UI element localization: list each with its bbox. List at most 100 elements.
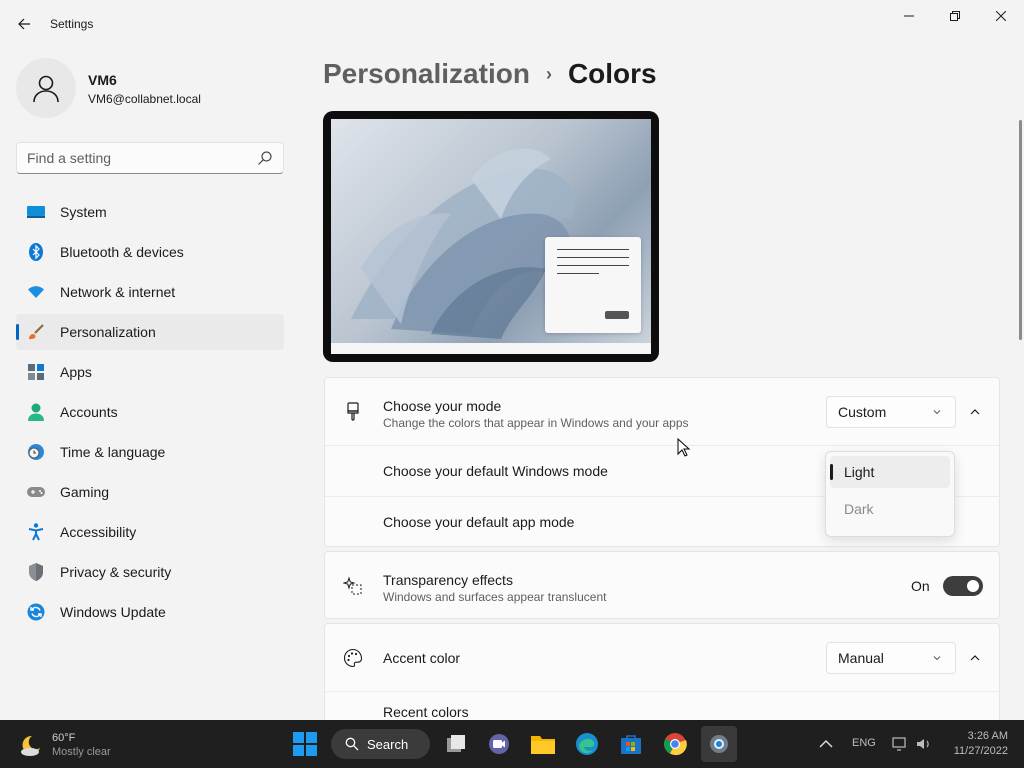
breadcrumb-parent[interactable]: Personalization [323,58,530,90]
windows-logo-icon [293,732,317,756]
transparency-card: Transparency effects Windows and surface… [324,551,1000,619]
user-profile[interactable]: VM6 VM6@collabnet.local [16,58,286,118]
mode-subtitle: Change the colors that appear in Windows… [383,416,689,430]
title-bar: Settings [0,0,1024,48]
sidebar-item-accounts[interactable]: Accounts [16,394,284,430]
brush-icon [26,322,46,342]
weather-condition: Mostly clear [52,746,111,758]
back-arrow-icon [18,18,30,30]
accent-expand-button[interactable] [963,646,987,670]
accessibility-icon [26,522,46,542]
close-icon [996,11,1006,21]
transparency-state-label: On [911,578,930,594]
sidebar-item-system[interactable]: System [16,194,284,230]
task-view-button[interactable] [439,726,475,762]
folder-icon [531,736,555,754]
mode-expand-button[interactable] [963,400,987,424]
apps-icon [26,362,46,382]
edge-browser-button[interactable] [569,726,605,762]
toggle-knob [967,580,979,592]
sidebar-item-windows-update[interactable]: Windows Update [16,594,284,630]
preview-wallpaper [331,119,651,343]
windows-mode-flyout: Light Dark [825,451,955,537]
chevron-down-icon [933,410,941,415]
mode-dropdown[interactable]: Custom [826,396,956,428]
restore-button[interactable] [932,0,978,32]
person-icon [33,75,59,103]
app-mode-label: Choose your default app mode [383,514,575,530]
sidebar-item-personalization[interactable]: Personalization [16,314,284,350]
breadcrumb: Personalization › Colors [323,58,657,90]
store-icon [621,735,641,754]
chevron-up-icon [819,740,833,748]
sidebar-item-apps[interactable]: Apps [16,354,284,390]
search-input[interactable] [17,143,247,173]
chevron-up-icon [970,655,980,661]
settings-app-button[interactable] [701,726,737,762]
microsoft-store-button[interactable] [613,726,649,762]
chrome-icon [664,733,687,756]
sidebar-item-network-internet[interactable]: Network & internet [16,274,284,310]
user-name: VM6 [88,72,117,88]
update-icon [26,602,46,622]
chevron-down-icon [933,656,941,661]
breadcrumb-separator: › [545,63,552,84]
taskbar-clock[interactable]: 3:26 AM 11/27/2022 [954,729,1008,759]
settings-gear-icon [710,735,728,753]
mouse-cursor-icon [677,438,691,457]
close-button[interactable] [978,0,1024,32]
sparkle-icon [343,576,363,596]
gamepad-icon [26,482,46,502]
mode-row[interactable]: Choose your mode Change the colors that … [325,378,999,446]
accounts-icon [26,402,46,422]
clock-date: 11/27/2022 [953,745,1008,757]
sidebar-item-bluetooth-devices[interactable]: Bluetooth & devices [16,234,284,270]
windows-mode-label: Choose your default Windows mode [383,463,608,479]
minimize-button[interactable] [886,0,932,32]
wifi-icon [26,282,46,302]
start-button[interactable] [287,726,323,762]
bluetooth-icon [26,242,46,262]
transparency-subtitle: Windows and surfaces appear translucent [383,590,607,604]
input-language[interactable]: ENG [852,737,876,749]
quick-settings-button[interactable] [888,726,936,762]
chrome-browser-button[interactable] [657,726,693,762]
moon-cloud-icon [21,735,40,756]
file-explorer-button[interactable] [525,726,561,762]
accent-row[interactable]: Accent color Manual [325,624,999,692]
recent-colors-label: Recent colors [383,704,469,720]
sidebar-item-accessibility[interactable]: Accessibility [16,514,284,550]
accent-card: Accent color Manual Recent colors [324,623,1001,723]
content-scrollbar[interactable] [1019,120,1022,340]
mode-title: Choose your mode [383,398,502,414]
volume-icon [917,739,929,749]
accent-dropdown[interactable]: Manual [826,642,956,674]
transparency-title: Transparency effects [383,572,513,588]
sidebar-item-privacy-security[interactable]: Privacy & security [16,554,284,590]
preview-taskbar [331,343,651,354]
user-email: VM6@collabnet.local [88,92,201,106]
back-button[interactable] [8,8,40,40]
window-title: Settings [50,17,94,31]
preview-window-sample [545,237,641,333]
search-icon [345,737,359,751]
teams-chat-button[interactable] [481,726,517,762]
settings-search [16,142,284,174]
transparency-toggle[interactable] [943,576,983,596]
sidebar-item-time-language[interactable]: Time & language [16,434,284,470]
task-view-icon [447,735,465,752]
system-icon [26,202,46,222]
option-light[interactable]: Light [830,456,950,488]
page-title: Colors [567,58,657,89]
option-dark[interactable]: Dark [830,493,950,525]
restore-icon [950,11,960,21]
theme-preview [323,111,659,362]
mode-dropdown-value: Custom [838,404,887,420]
sidebar-nav: System Bluetooth & devices Network & int… [16,194,284,634]
taskbar-search[interactable]: Search [331,729,430,759]
show-hidden-icons-button[interactable] [812,726,840,762]
search-icon[interactable] [257,150,273,166]
weather-widget[interactable]: 60°F Mostly clear [18,730,138,760]
sidebar-item-gaming[interactable]: Gaming [16,474,284,510]
minimize-icon [904,15,914,17]
